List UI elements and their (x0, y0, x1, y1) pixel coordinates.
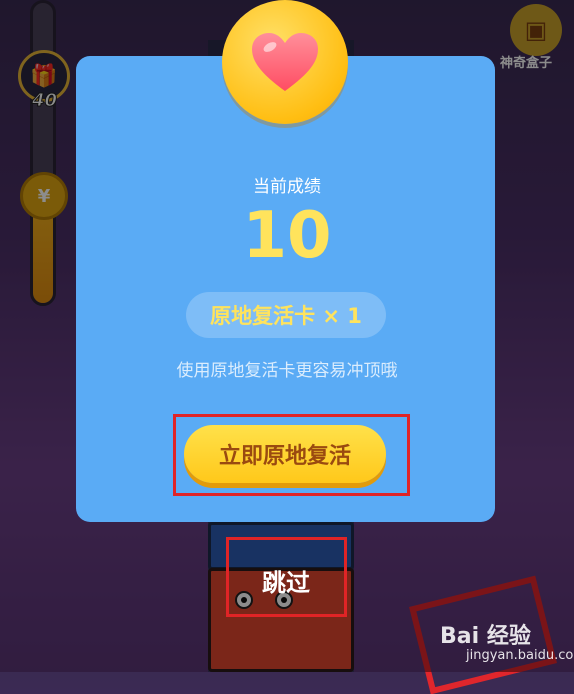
heart-badge (222, 0, 348, 124)
watermark-logo: Bai 经验 (440, 624, 531, 649)
score-label: 当前成绩 (253, 177, 321, 197)
revive-card-count: 原地复活卡 × 1 (186, 292, 386, 338)
revive-hint: 使用原地复活卡更容易冲顶哦 (176, 361, 398, 381)
highlight-box-skip (226, 537, 347, 617)
heart-icon (252, 33, 318, 91)
score-value: 10 (242, 199, 332, 273)
highlight-box-revive (173, 414, 410, 496)
watermark-url: jingyan.baidu.com (466, 648, 574, 663)
